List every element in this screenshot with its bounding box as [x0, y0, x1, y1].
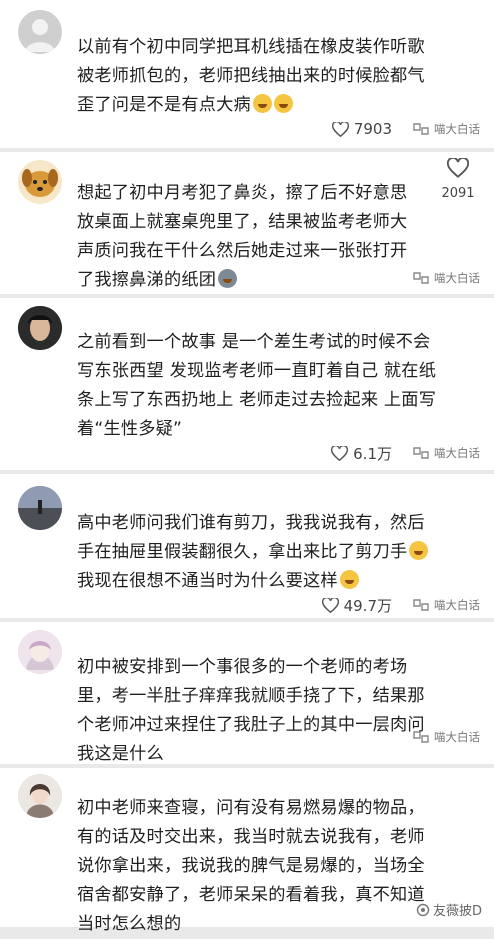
like-count: 6.1万 [353, 444, 392, 463]
comment-text: 以前有个初中同学把耳机线插在橡皮装作听歌 被老师抓包的，老师把线抽出来的时候脸都… [77, 37, 425, 115]
watermark-logo-icon [413, 447, 429, 459]
watermark-logo-icon [413, 123, 429, 135]
watermark: 喵大白话 [412, 729, 480, 745]
dog-cartoon-icon [22, 169, 58, 197]
watermark-logo-icon [416, 903, 430, 916]
comment-meta: 49.7万 喵大白话 [321, 594, 480, 616]
avatar-person[interactable] [18, 306, 62, 350]
comment-feed: 以前有个初中同学把耳机线插在橡皮装作听歌 被老师抓包的，老师把线抽出来的时候脸都… [0, 0, 494, 934]
like-button[interactable]: 7903 [331, 120, 392, 138]
heart-icon [446, 156, 470, 178]
like-button[interactable]: 49.7万 [321, 595, 392, 616]
avatar-girl[interactable] [18, 774, 62, 818]
like-count: 7903 [353, 120, 392, 138]
comment-meta: 7903 喵大白话 [331, 118, 480, 140]
avatar-sunset[interactable] [18, 486, 62, 530]
girl-portrait-icon [18, 774, 62, 818]
heart-icon [331, 121, 349, 137]
heart-icon [331, 445, 349, 461]
avatar-default[interactable] [18, 10, 62, 54]
watermark: 喵大白话 [412, 597, 480, 613]
heart-icon [321, 597, 339, 613]
person-photo-icon [18, 306, 62, 350]
watermark: 喵大白话 [412, 445, 480, 461]
comment-card-4: 高中老师问我们谁有剪刀，我我说我有，然后 手在抽屉里假装翻很久，拿出来比了剪刀手… [0, 474, 494, 618]
comment-meta: 喵大白话 [412, 726, 480, 748]
watermark: 喵大白话 [412, 270, 480, 286]
comment-text: 之前看到一个故事 是一个差生考试的时候不会 写东张西望 发现监考老师一直盯着自己… [77, 332, 437, 439]
like-button[interactable]: 6.1万 [331, 443, 392, 464]
watermark-logo-icon [413, 272, 429, 284]
like-count: 2091 [441, 186, 475, 201]
anime-character-icon [18, 630, 62, 674]
avatar-dog[interactable] [18, 160, 62, 204]
comment-card-2: 2091 想起了初中月考犯了鼻炎，擦了后不好意思 放桌面上就塞桌兜里了，结果被监… [0, 152, 494, 294]
laughing-crying-emoji [409, 541, 429, 560]
comment-card-6: 初中老师来查寝，问有没有易燃易爆的物品， 有的话及时交出来，我当时就去说我有，老… [0, 768, 494, 934]
watermark: 喵大白话 [412, 121, 480, 137]
footer-watermark: 友薇披D [416, 900, 482, 919]
watermark-logo-icon [413, 599, 429, 611]
laughing-crying-emoji [273, 94, 293, 113]
like-count: 49.7万 [343, 596, 392, 615]
comment-meta: 6.1万 喵大白话 [331, 442, 480, 464]
comment-text: 初中被安排到一个事很多的一个老师的考场 里，考一半肚子痒痒我就顺手挠了下，结果那… [77, 657, 425, 764]
watermark-logo-icon [413, 731, 429, 743]
avatar-anime[interactable] [18, 630, 62, 674]
comment-text: 高中老师问我们谁有剪刀，我我说我有，然后 手在抽屉里假装翻很久，拿出来比了剪刀手… [77, 509, 482, 596]
comment-card-1: 以前有个初中同学把耳机线插在橡皮装作听歌 被老师抓包的，老师把线抽出来的时候脸都… [0, 0, 494, 148]
side-like-button[interactable]: 2091 [438, 156, 478, 201]
comment-card-3: 之前看到一个故事 是一个差生考试的时候不会 写东张西望 发现监考老师一直盯着自己… [0, 298, 494, 470]
comment-text: 想起了初中月考犯了鼻炎，擦了后不好意思 放桌面上就塞桌兜里了，结果被监考老师大 … [77, 183, 408, 290]
sunset-photo-icon [18, 486, 62, 530]
laughing-crying-emoji [252, 94, 272, 113]
comment-card-5: 初中被安排到一个事很多的一个老师的考场 里，考一半肚子痒痒我就顺手挠了下，结果那… [0, 622, 494, 764]
default-user-icon [25, 19, 55, 52]
sweat-emoji [218, 269, 238, 288]
comment-meta: 喵大白话 [412, 267, 480, 289]
laughing-crying-emoji [339, 570, 359, 589]
